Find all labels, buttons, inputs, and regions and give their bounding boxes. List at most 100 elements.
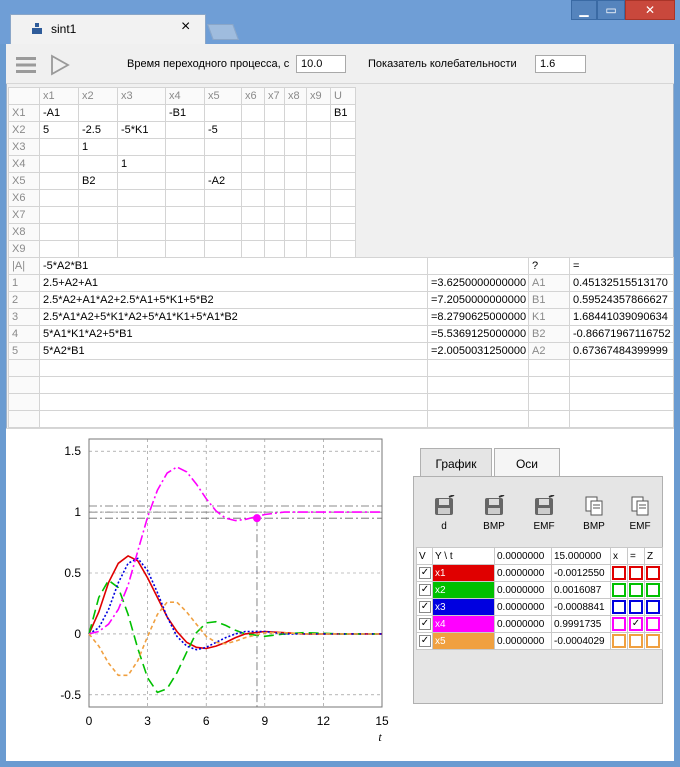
matrix-cell[interactable] [39, 138, 79, 156]
matrix-cell[interactable] [264, 189, 285, 207]
matrix-cell[interactable] [204, 138, 242, 156]
z-checkbox[interactable] [644, 632, 663, 650]
x-checkbox[interactable] [610, 615, 628, 633]
matrix-cell[interactable] [264, 240, 285, 258]
matrix-cell[interactable] [204, 189, 242, 207]
matrix-cell[interactable] [330, 121, 356, 139]
poly-expression[interactable]: 5*A2*B1 [39, 342, 428, 360]
matrix-cell[interactable] [78, 206, 118, 224]
matrix-cell[interactable] [306, 189, 331, 207]
matrix-cell[interactable] [165, 155, 205, 173]
matrix-cell[interactable] [39, 172, 79, 190]
menu-icon[interactable] [16, 56, 36, 74]
matrix-cell[interactable] [306, 172, 331, 190]
matrix-cell[interactable]: B2 [78, 172, 118, 190]
matrix-cell[interactable] [306, 121, 331, 139]
z-checkbox[interactable] [644, 581, 663, 599]
matrix-cell[interactable] [39, 223, 79, 241]
matrix-cell[interactable]: -A1 [39, 104, 79, 122]
matrix-cell[interactable]: -5*K1 [117, 121, 166, 139]
eq-checkbox[interactable]: ✓ [627, 615, 645, 633]
matrix-cell[interactable] [204, 240, 242, 258]
matrix-cell[interactable] [241, 155, 265, 173]
matrix-cell[interactable] [284, 138, 307, 156]
play-icon[interactable] [50, 54, 70, 76]
matrix-cell[interactable] [165, 172, 205, 190]
matrix-cell[interactable]: -A2 [204, 172, 242, 190]
matrix-cell[interactable] [39, 155, 79, 173]
export-button[interactable]: EMF [620, 495, 660, 532]
export-button[interactable]: BMP [574, 495, 614, 532]
maximize-button[interactable]: ▭ [597, 0, 625, 20]
matrix-cell[interactable]: 1 [117, 155, 166, 173]
visibility-checkbox[interactable]: ✓ [416, 598, 433, 616]
matrix-cell[interactable] [284, 172, 307, 190]
new-tab-button[interactable] [207, 24, 239, 40]
x-checkbox[interactable] [610, 632, 628, 650]
tab-axes[interactable]: Оси [494, 448, 560, 478]
visibility-checkbox[interactable]: ✓ [416, 632, 433, 650]
matrix-cell[interactable] [306, 155, 331, 173]
matrix-cell[interactable] [264, 104, 285, 122]
matrix-cell[interactable] [165, 121, 205, 139]
export-button[interactable]: d [424, 494, 464, 532]
matrix-cell[interactable] [306, 223, 331, 241]
matrix-cell[interactable] [39, 240, 79, 258]
matrix-cell[interactable]: -2.5 [78, 121, 118, 139]
oscillation-input[interactable] [535, 55, 586, 73]
matrix-cell[interactable] [204, 155, 242, 173]
matrix-cell[interactable] [165, 189, 205, 207]
matrix-cell[interactable] [117, 240, 166, 258]
visibility-checkbox[interactable]: ✓ [416, 615, 433, 633]
matrix-cell[interactable] [264, 172, 285, 190]
matrix-cell[interactable]: -5 [204, 121, 242, 139]
matrix-cell[interactable] [117, 138, 166, 156]
matrix-cell[interactable] [204, 206, 242, 224]
eq-checkbox[interactable] [627, 581, 645, 599]
poly-expression[interactable]: 5*A1*K1*A2+5*B1 [39, 325, 428, 343]
matrix-cell[interactable] [117, 104, 166, 122]
transition-time-input[interactable] [296, 55, 346, 73]
visibility-checkbox[interactable]: ✓ [416, 581, 433, 599]
z-checkbox[interactable] [644, 598, 663, 616]
matrix-cell[interactable]: 1 [78, 138, 118, 156]
matrix-cell[interactable] [264, 121, 285, 139]
matrix-cell[interactable]: B1 [330, 104, 356, 122]
matrix-cell[interactable] [165, 223, 205, 241]
poly-expression[interactable]: 2.5+A2+A1 [39, 274, 428, 292]
matrix-cell[interactable] [165, 206, 205, 224]
matrix-cell[interactable] [204, 223, 242, 241]
poly-expression[interactable]: 2.5*A1*A2+5*K1*A2+5*A1*K1+5*A1*B2 [39, 308, 428, 326]
matrix-cell[interactable] [264, 155, 285, 173]
matrix-cell[interactable] [241, 240, 265, 258]
eq-checkbox[interactable] [627, 598, 645, 616]
matrix-cell[interactable] [264, 223, 285, 241]
matrix-cell[interactable] [284, 155, 307, 173]
matrix-cell[interactable] [306, 138, 331, 156]
matrix-cell[interactable] [165, 240, 205, 258]
matrix-cell[interactable] [284, 240, 307, 258]
minimize-button[interactable]: ▁ [571, 0, 597, 20]
matrix-cell[interactable] [165, 138, 205, 156]
matrix-cell[interactable] [284, 223, 307, 241]
matrix-cell[interactable] [39, 189, 79, 207]
matrix-cell[interactable] [330, 240, 356, 258]
matrix-cell[interactable] [241, 172, 265, 190]
x-checkbox[interactable] [610, 598, 628, 616]
poly-expression[interactable]: 2.5*A2+A1*A2+2.5*A1+5*K1+5*B2 [39, 291, 428, 309]
matrix-cell[interactable] [241, 104, 265, 122]
z-checkbox[interactable] [644, 615, 663, 633]
matrix-cell[interactable] [330, 206, 356, 224]
matrix-cell[interactable] [117, 206, 166, 224]
matrix-cell[interactable] [117, 189, 166, 207]
export-button[interactable]: BMP [474, 494, 514, 532]
matrix-cell[interactable]: 5 [39, 121, 79, 139]
matrix-cell[interactable] [117, 223, 166, 241]
tab-close-icon[interactable]: × [181, 18, 190, 36]
matrix-cell[interactable]: -B1 [165, 104, 205, 122]
x-checkbox[interactable] [610, 581, 628, 599]
close-window-button[interactable]: ✕ [625, 0, 675, 20]
matrix-cell[interactable] [330, 138, 356, 156]
visibility-checkbox[interactable]: ✓ [416, 564, 433, 582]
matrix-cell[interactable] [306, 104, 331, 122]
